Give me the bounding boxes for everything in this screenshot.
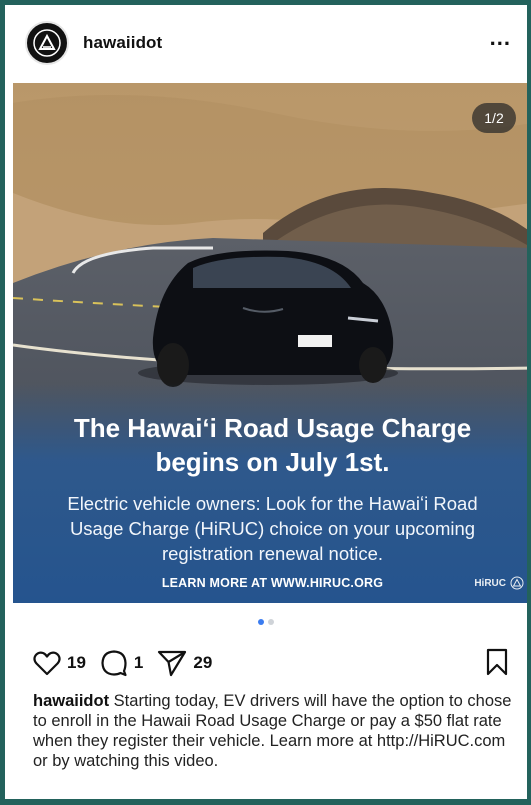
heart-icon[interactable]	[33, 650, 61, 676]
share-action[interactable]: 29	[157, 649, 212, 677]
subtext-line-2: Usage Charge (HiRUC) choice on your upco…	[69, 518, 476, 539]
action-bar: 19 1 29	[33, 646, 509, 680]
like-action[interactable]: 19	[33, 650, 86, 676]
subtext-line-3: registration renewal notice.	[161, 543, 384, 564]
hawaii-dot-small-logo-icon	[510, 576, 524, 590]
comment-action[interactable]: 1	[100, 649, 143, 677]
comment-count: 1	[133, 653, 144, 672]
hiruc-logo-text: HiRUC	[474, 577, 506, 589]
slide-counter: 1/2	[472, 103, 516, 133]
bookmark-button[interactable]	[485, 648, 509, 681]
caption-username[interactable]: hawaiidot	[33, 692, 109, 710]
bookmark-icon[interactable]	[485, 648, 509, 676]
post-header: hawaiidot ...	[5, 5, 527, 80]
learn-more-text: LEARN MORE AT WWW.HIRUC.ORG	[161, 576, 384, 590]
instagram-post: hawaiidot ... 1/2 The Hawaiʻi Road Usage…	[0, 0, 531, 805]
carousel-dots	[5, 619, 527, 625]
media-overlay: The Hawaiʻi Road Usage Charge begins on …	[13, 383, 527, 603]
post-caption: hawaiidot Starting today, EV drivers wil…	[33, 691, 517, 771]
hawaii-dot-logo-icon[interactable]	[25, 20, 69, 65]
share-icon[interactable]	[157, 649, 187, 677]
headline-line-1: The Hawaiʻi Road Usage Charge	[73, 413, 472, 443]
post-media[interactable]: 1/2 The Hawaiʻi Road Usage Charge begins…	[13, 83, 527, 603]
carousel-dot[interactable]	[268, 619, 274, 625]
media-headline: The Hawaiʻi Road Usage Charge begins on …	[13, 411, 527, 479]
like-count: 19	[67, 653, 86, 672]
headline-line-2: begins on July 1st.	[155, 447, 390, 477]
subtext-line-1: Electric vehicle owners: Look for the Ha…	[67, 493, 478, 514]
carousel-dot-active[interactable]	[258, 619, 264, 625]
share-count: 29	[193, 653, 213, 672]
hiruc-logo: HiRUC	[474, 576, 524, 590]
media-subtext: Electric vehicle owners: Look for the Ha…	[13, 491, 527, 566]
post-username[interactable]: hawaiidot	[83, 33, 162, 53]
more-icon[interactable]: ...	[490, 27, 511, 49]
comment-icon[interactable]	[100, 649, 128, 677]
